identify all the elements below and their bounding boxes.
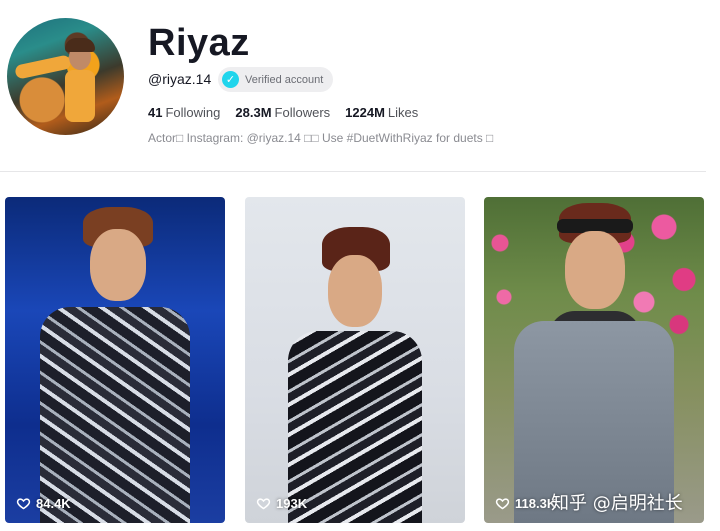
- video-figure: [280, 227, 430, 523]
- likes-label: Likes: [387, 105, 419, 120]
- figure-face: [90, 229, 146, 301]
- stat-following[interactable]: 41 Following: [148, 105, 220, 120]
- followers-label: Followers: [274, 105, 331, 120]
- video-figure: [509, 203, 679, 523]
- video-likes: 84.4K: [16, 496, 71, 511]
- profile-stats: 41 Following 28.3M Followers 1224M Likes: [148, 105, 418, 120]
- profile-header: Riyaz @riyaz.14 ✓ Verified account 41 Fol…: [0, 0, 720, 172]
- video-likes-count: 193K: [276, 496, 308, 511]
- video-thumbnail[interactable]: 118.3K: [484, 197, 704, 523]
- likes-count: 1224M: [345, 105, 385, 120]
- profile-bio: Actor□ Instagram: @riyaz.14 □□ Use #Duet…: [148, 131, 494, 145]
- video-likes: 118.3K: [495, 496, 556, 511]
- figure-face: [328, 255, 382, 327]
- video-thumbnail[interactable]: 84.4K: [5, 197, 225, 523]
- avatar[interactable]: [7, 18, 124, 135]
- header-divider: [0, 171, 706, 172]
- profile-handle: @riyaz.14: [148, 71, 212, 87]
- verified-label: Verified account: [245, 73, 324, 86]
- watermark: 知乎 @启明社长: [551, 493, 683, 514]
- heart-outline-icon: [495, 498, 510, 510]
- stat-likes: 1224M Likes: [345, 105, 418, 120]
- following-count: 41: [148, 105, 163, 120]
- video-thumbnail[interactable]: 193K: [245, 197, 465, 523]
- video-likes-count: 84.4K: [36, 496, 71, 511]
- video-likes: 193K: [256, 496, 307, 511]
- figure-face: [565, 231, 625, 309]
- verified-badge: ✓ Verified account: [218, 67, 334, 92]
- heart-outline-icon: [16, 498, 31, 510]
- verified-check-icon: ✓: [222, 71, 239, 88]
- figure-shirt: [40, 307, 190, 523]
- followers-count: 28.3M: [235, 105, 272, 120]
- avatar-figure-hair: [65, 38, 95, 52]
- video-figure: [35, 207, 195, 523]
- avatar-figure-arm: [14, 54, 72, 80]
- figure-shirt: [288, 331, 422, 523]
- profile-name: Riyaz: [148, 22, 250, 64]
- video-grid: 84.4K 193K 118.3K: [5, 197, 704, 523]
- stat-followers[interactable]: 28.3M Followers: [235, 105, 330, 120]
- heart-outline-icon: [256, 498, 271, 510]
- following-label: Following: [165, 105, 221, 120]
- avatar-figure-body: [65, 70, 95, 122]
